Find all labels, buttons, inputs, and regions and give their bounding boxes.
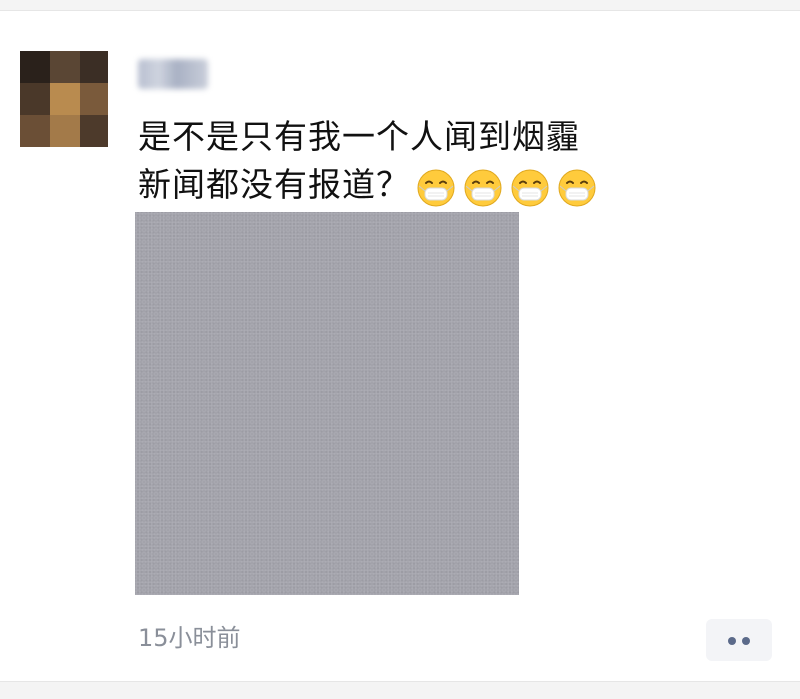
username-blurred[interactable]: ●●●: [138, 59, 208, 89]
avatar-pixel: [50, 83, 80, 115]
avatar-pixel: [20, 51, 50, 83]
avatar-pixel: [20, 115, 50, 147]
mask-face-icon: [416, 168, 456, 208]
emoji-row: [416, 163, 604, 211]
mask-face-icon: [557, 168, 597, 208]
post-photo[interactable]: [135, 212, 519, 595]
avatar-pixel: [80, 51, 108, 83]
mask-face-icon: [510, 168, 550, 208]
avatar-pixel: [50, 115, 80, 147]
more-options-button[interactable]: [706, 619, 772, 661]
avatar-pixel: [50, 51, 80, 83]
avatar-pixel: [80, 115, 108, 147]
post-text-line-1: 是不是只有我一个人闻到烟霾: [138, 117, 580, 156]
post-text-line-2-container: 新闻都没有报道？: [138, 161, 738, 211]
moments-post-card: ●●● 是不是只有我一个人闻到烟霾 新闻都没有报道？ 15小时前: [0, 10, 800, 682]
timestamp: 15小时前: [138, 624, 241, 652]
more-dot-icon: [742, 637, 750, 645]
avatar-pixel: [20, 83, 50, 115]
avatar[interactable]: [20, 51, 108, 147]
post-text: 是不是只有我一个人闻到烟霾 新闻都没有报道？: [138, 113, 738, 211]
mask-face-icon: [463, 168, 503, 208]
avatar-pixel: [80, 83, 108, 115]
more-dot-icon: [728, 637, 736, 645]
post-text-line-2: 新闻都没有报道？: [138, 165, 410, 204]
